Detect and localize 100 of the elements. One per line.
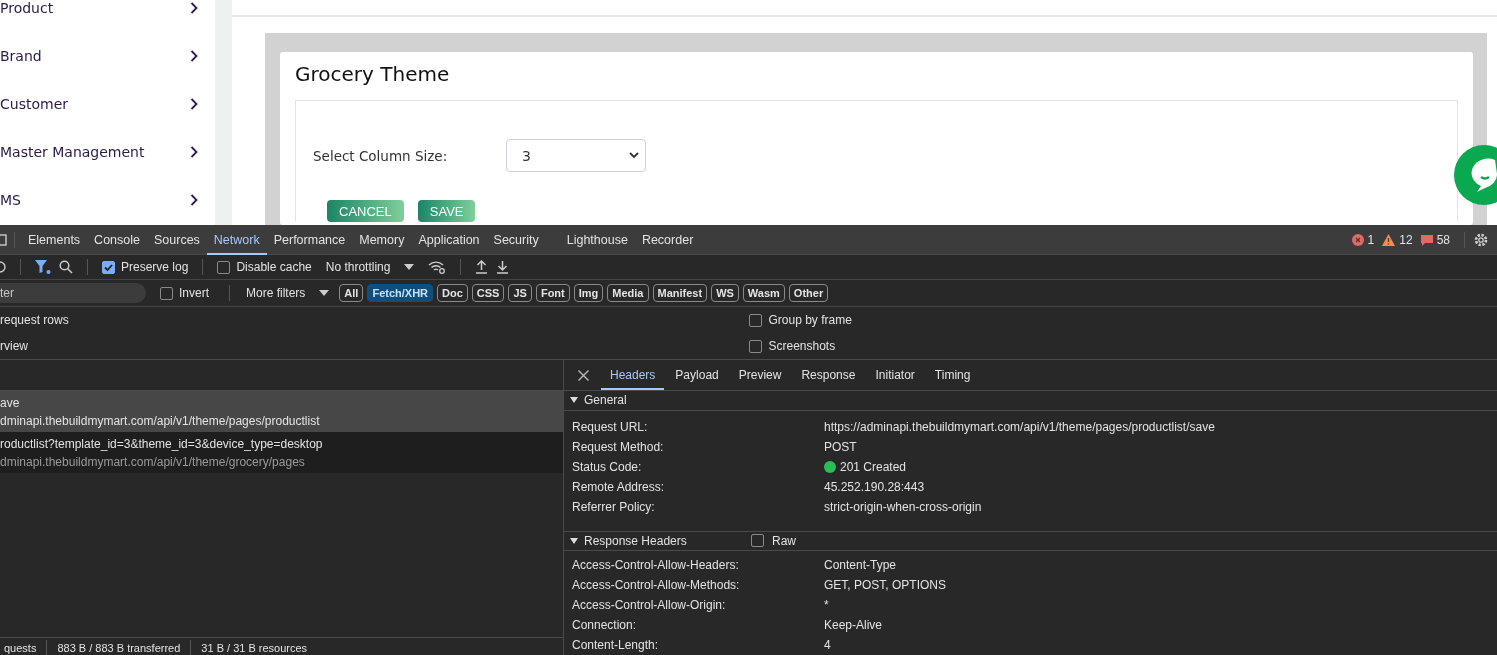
warning-icon xyxy=(1382,233,1396,246)
section-header[interactable]: General xyxy=(564,391,1497,411)
error-count: 1 xyxy=(1367,232,1375,247)
header-name: Access-Control-Allow-Methods: xyxy=(572,578,741,592)
request-name: ave xyxy=(0,395,21,410)
type-filter-chip[interactable]: Manifest xyxy=(652,284,708,302)
header-value: 4 xyxy=(824,638,831,652)
chat-icon[interactable] xyxy=(1453,144,1497,206)
checkbox-option[interactable]: Preserve log xyxy=(102,260,189,274)
panel-tab[interactable]: Lighthouse xyxy=(559,224,635,255)
header-value: strict-origin-when-cross-origin xyxy=(824,499,982,514)
chevron-right-icon xyxy=(190,194,198,206)
warning-count: 12 xyxy=(1399,232,1413,247)
type-filter-chip[interactable]: CSS xyxy=(471,284,505,302)
panel-tab[interactable]: Network xyxy=(206,224,267,255)
invert-checkbox[interactable]: Invert xyxy=(160,286,209,300)
status-text: quests xyxy=(3,641,38,654)
header-name: Status Code: xyxy=(572,459,643,474)
sidebar-item[interactable]: MS xyxy=(0,176,215,224)
request-url: dminapi.thebuildmymart.com/api/v1/theme/grocery/pages xyxy=(0,454,306,469)
header-name: Content-Length: xyxy=(572,638,660,652)
header-value: GET, POST, OPTIONS xyxy=(824,578,947,592)
header-value: Content-Type xyxy=(824,558,897,572)
sidebar-item[interactable]: Master Management xyxy=(0,128,215,176)
panel-tab[interactable]: Console xyxy=(87,224,147,255)
close-icon[interactable] xyxy=(578,369,589,381)
panel-tab[interactable]: Sources xyxy=(147,224,207,255)
panel-tab[interactable]: Memory xyxy=(352,224,412,255)
chevron-right-icon xyxy=(190,146,198,158)
type-filter-chip[interactable]: Other xyxy=(788,284,829,302)
caret-down-icon xyxy=(319,290,330,296)
chevron-down-icon xyxy=(629,152,639,159)
header-name: Access-Control-Allow-Headers: xyxy=(572,558,740,572)
header-name: Request URL: xyxy=(572,419,649,434)
section-header[interactable]: Response Headers xyxy=(570,533,745,548)
column-size-select[interactable]: 3 xyxy=(506,139,646,172)
type-filter-chip[interactable]: JS xyxy=(508,284,532,302)
type-filter-chip[interactable]: Img xyxy=(573,284,604,302)
header-name: Connection: xyxy=(572,618,638,632)
panel-tab[interactable]: Elements xyxy=(21,224,88,255)
sidebar-item[interactable]: Product xyxy=(0,0,215,32)
more-filters-dropdown[interactable]: More filters xyxy=(240,286,336,300)
detail-tab[interactable]: Timing xyxy=(925,360,980,390)
search-icon[interactable] xyxy=(59,260,73,274)
type-filter-chip[interactable]: Wasm xyxy=(742,284,785,302)
panel-tab[interactable]: Performance xyxy=(266,224,353,255)
sidebar-item[interactable]: Brand xyxy=(0,32,215,80)
download-icon[interactable] xyxy=(496,260,510,274)
detail-tab[interactable]: Payload xyxy=(666,360,728,390)
wifi-gear-icon[interactable] xyxy=(428,260,447,274)
record-icon[interactable] xyxy=(0,260,6,274)
header-value: 45.252.190.28:443 xyxy=(824,479,925,494)
header-value: * xyxy=(824,598,829,612)
caret-down-icon xyxy=(404,264,415,270)
detail-tab[interactable]: Response xyxy=(792,360,865,390)
detail-tab[interactable]: Initiator xyxy=(866,360,924,390)
panel-tab[interactable]: Security xyxy=(486,224,546,255)
header-name: Access-Control-Allow-Origin: xyxy=(572,598,727,612)
issue-count: 58 xyxy=(1436,232,1450,247)
detail-tab[interactable]: Headers xyxy=(601,360,665,390)
checkbox-option[interactable]: Disable cache xyxy=(217,260,312,274)
checkbox-option[interactable]: Group by frame xyxy=(748,313,1497,327)
device-icon[interactable] xyxy=(0,232,8,247)
type-filter-chip[interactable]: Fetch/XHR xyxy=(367,284,434,302)
raw-checkbox[interactable]: Raw xyxy=(751,533,796,548)
upload-icon[interactable] xyxy=(475,260,489,274)
settings-icon[interactable] xyxy=(1473,231,1489,248)
header-value: https://adminapi.thebuildmymart.com/api/v1/theme/pages/productlist/save xyxy=(824,419,1215,434)
header-name: Remote Address: xyxy=(572,479,666,494)
sidebar-item[interactable]: Customer xyxy=(0,80,215,128)
header-value: POST xyxy=(824,439,857,454)
chevron-right-icon xyxy=(190,2,198,14)
type-filter-chip[interactable]: Doc xyxy=(437,284,468,302)
filter-icon[interactable] xyxy=(35,260,51,274)
chevron-right-icon xyxy=(190,98,198,110)
request-row[interactable]: roductlist?template_id=3&theme_id=3&device_type=desktop dminapi.thebuildmymart.com/api/v1/theme/grocery/pages xyxy=(0,432,563,473)
status-text: 31 B / 31 B resources xyxy=(200,641,309,654)
error-icon xyxy=(1351,233,1364,246)
caret-down-icon xyxy=(570,537,578,544)
panel-tab[interactable]: Application xyxy=(411,224,487,255)
option-label: request rows xyxy=(0,313,70,327)
throttling-dropdown[interactable]: No throttling xyxy=(319,260,421,274)
chevron-right-icon xyxy=(190,50,198,62)
checkbox-option[interactable]: Screenshots xyxy=(748,339,1497,353)
issue-icon xyxy=(1420,233,1433,246)
field-label: Select Column Size: xyxy=(313,147,449,164)
type-filter-chip[interactable]: Media xyxy=(607,284,649,302)
card-title: Grocery Theme xyxy=(295,62,451,88)
request-row[interactable]: ave dminapi.thebuildmymart.com/api/v1/theme/pages/productlist xyxy=(0,391,563,432)
header-name: Referrer Policy: xyxy=(572,499,656,514)
status-text: 883 B / 883 B transferred xyxy=(56,641,182,654)
type-filter-chip[interactable]: Font xyxy=(535,284,570,302)
type-filter-chip[interactable]: WS xyxy=(711,284,739,302)
option-label: rview xyxy=(0,339,29,353)
type-filter-chip[interactable]: All xyxy=(339,284,364,302)
detail-tab[interactable]: Preview xyxy=(729,360,791,390)
header-value: 201 Created xyxy=(840,459,907,474)
filter-field[interactable]: ter xyxy=(0,283,146,303)
panel-tab[interactable]: Recorder xyxy=(634,224,701,255)
header-name: Request Method: xyxy=(572,439,665,454)
